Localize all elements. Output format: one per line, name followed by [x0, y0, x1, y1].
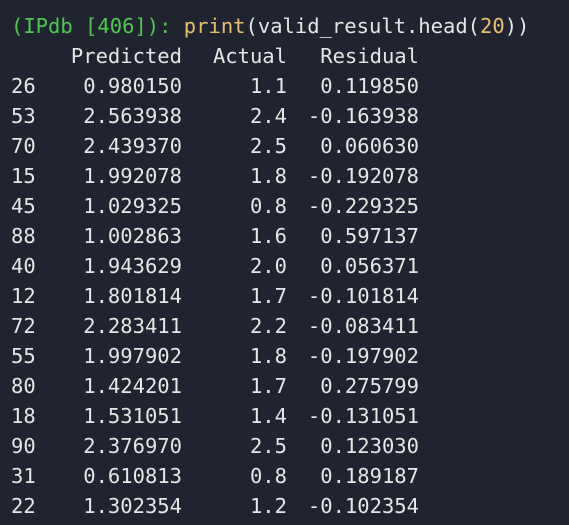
row-index: 53 — [11, 104, 36, 128]
actual-value: 2.5 — [249, 134, 287, 158]
predicted-value: 1.302354 — [83, 494, 182, 518]
predicted-value: 1.801814 — [83, 284, 182, 308]
actual-value: 1.7 — [249, 374, 287, 398]
print-function: print — [183, 14, 246, 38]
row-index: 45 — [11, 194, 36, 218]
residual-value: 0.597137 — [320, 224, 419, 248]
actual-value: 1.6 — [249, 224, 287, 248]
table-row: 88 1.002863 1.6 0.597137 — [0, 221, 569, 251]
table-row: 18 1.531051 1.4 -0.131051 — [0, 401, 569, 431]
residual-value: 0.275799 — [320, 374, 419, 398]
actual-value: 0.8 — [249, 194, 287, 218]
table-row: 45 1.029325 0.8 -0.229325 — [0, 191, 569, 221]
table-row: 80 1.424201 1.7 0.275799 — [0, 371, 569, 401]
table-row: 70 2.439370 2.5 0.060630 — [0, 131, 569, 161]
actual-value: 1.7 — [249, 284, 287, 308]
actual-value: 1.4 — [249, 404, 287, 428]
table-row: 55 1.997902 1.8 -0.197902 — [0, 341, 569, 371]
actual-value: 0.8 — [249, 464, 287, 488]
predicted-value: 2.563938 — [83, 104, 182, 128]
table-row: 72 2.283411 2.2 -0.083411 — [0, 311, 569, 341]
residual-value: -0.197902 — [307, 344, 419, 368]
prompt-line: (IPdb [406]): print(valid_result.head(20… — [0, 11, 569, 41]
predicted-value: 1.943629 — [83, 254, 182, 278]
row-index: 55 — [11, 344, 36, 368]
table-header: Predicted Actual Residual — [0, 41, 569, 71]
predicted-value: 2.283411 — [83, 314, 182, 338]
actual-value: 2.0 — [249, 254, 287, 278]
residual-value: 0.060630 — [320, 134, 419, 158]
row-index: 26 — [11, 74, 36, 98]
table-row: 53 2.563938 2.4 -0.163938 — [0, 101, 569, 131]
table-row: 31 0.610813 0.8 0.189187 — [0, 461, 569, 491]
table-row: 90 2.376970 2.5 0.123030 — [0, 431, 569, 461]
ipdb-prompt: (IPdb [406]): — [11, 14, 172, 38]
row-index: 70 — [11, 134, 36, 158]
residual-value: -0.083411 — [307, 314, 419, 338]
head-count: 20 — [480, 14, 505, 38]
column-header-residual: Residual — [320, 44, 419, 68]
row-index: 80 — [11, 374, 36, 398]
actual-value: 1.8 — [249, 344, 287, 368]
residual-value: -0.192078 — [307, 164, 419, 188]
residual-value: 0.123030 — [320, 434, 419, 458]
predicted-value: 1.992078 — [83, 164, 182, 188]
actual-value: 1.8 — [249, 164, 287, 188]
predicted-value: 1.002863 — [83, 224, 182, 248]
column-header-actual: Actual — [212, 44, 287, 68]
predicted-value: 1.424201 — [83, 374, 182, 398]
row-index: 12 — [11, 284, 36, 308]
predicted-value: 2.376970 — [83, 434, 182, 458]
row-index: 15 — [11, 164, 36, 188]
residual-value: -0.102354 — [307, 494, 419, 518]
table-row: 22 1.302354 1.2 -0.102354 — [0, 491, 569, 521]
table-row: 12 1.801814 1.7 -0.101814 — [0, 281, 569, 311]
residual-value: -0.101814 — [307, 284, 419, 308]
residual-value: -0.163938 — [307, 104, 419, 128]
predicted-value: 0.980150 — [83, 74, 182, 98]
table-body: 26 0.980150 1.1 0.119850 53 2.563938 2.4 -0.163… — [0, 71, 569, 521]
predicted-value: 1.997902 — [83, 344, 182, 368]
terminal-output: (IPdb [406]): print(valid_result.head(20… — [0, 0, 569, 525]
actual-value: 1.2 — [249, 494, 287, 518]
open-paren: ( — [245, 14, 258, 38]
actual-value: 1.1 — [249, 74, 287, 98]
predicted-value: 1.029325 — [83, 194, 182, 218]
row-index: 40 — [11, 254, 36, 278]
residual-value: -0.131051 — [307, 404, 419, 428]
row-index: 72 — [11, 314, 36, 338]
residual-value: 0.189187 — [320, 464, 419, 488]
table-row: 15 1.992078 1.8 -0.192078 — [0, 161, 569, 191]
command-argument: valid_result.head( — [257, 14, 481, 38]
table-row: 26 0.980150 1.1 0.119850 — [0, 71, 569, 101]
close-parens: )) — [504, 14, 530, 38]
predicted-value: 2.439370 — [83, 134, 182, 158]
row-index: 31 — [11, 464, 36, 488]
actual-value: 2.2 — [249, 314, 287, 338]
residual-value: 0.119850 — [320, 74, 419, 98]
predicted-value: 0.610813 — [83, 464, 182, 488]
predicted-value: 1.531051 — [83, 404, 182, 428]
table-row: 40 1.943629 2.0 0.056371 — [0, 251, 569, 281]
actual-value: 2.5 — [249, 434, 287, 458]
row-index: 88 — [11, 224, 36, 248]
residual-value: -0.229325 — [307, 194, 419, 218]
row-index: 18 — [11, 404, 36, 428]
column-header-predicted: Predicted — [70, 44, 182, 68]
row-index: 22 — [11, 494, 36, 518]
row-index: 90 — [11, 434, 36, 458]
residual-value: 0.056371 — [320, 254, 419, 278]
actual-value: 2.4 — [249, 104, 287, 128]
